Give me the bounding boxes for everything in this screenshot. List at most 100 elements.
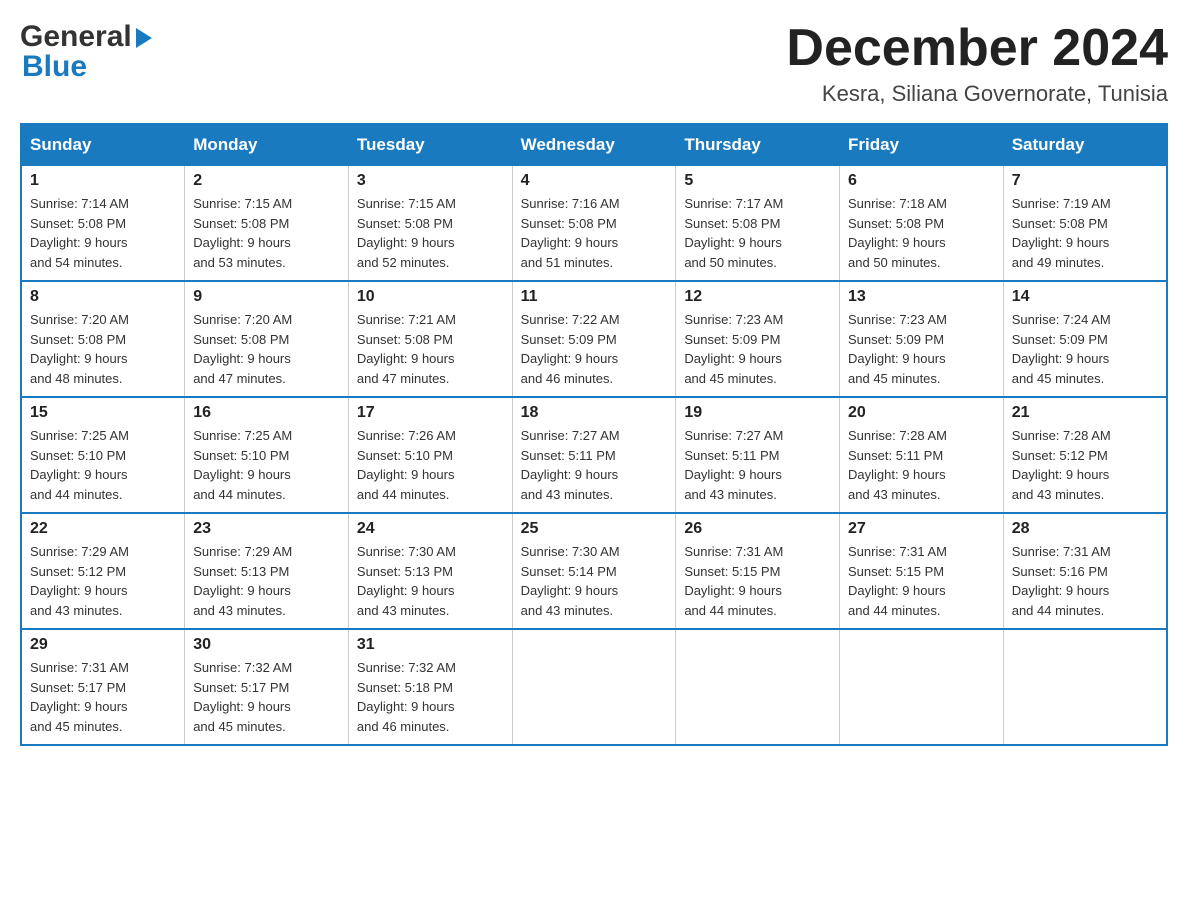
calendar-week-row: 8 Sunrise: 7:20 AM Sunset: 5:08 PM Dayli…	[21, 281, 1167, 397]
table-row: 4 Sunrise: 7:16 AM Sunset: 5:08 PM Dayli…	[512, 166, 676, 282]
table-row: 26 Sunrise: 7:31 AM Sunset: 5:15 PM Dayl…	[676, 513, 840, 629]
table-row: 28 Sunrise: 7:31 AM Sunset: 5:16 PM Dayl…	[1003, 513, 1167, 629]
day-number: 30	[193, 636, 340, 654]
day-info: Sunrise: 7:21 AM Sunset: 5:08 PM Dayligh…	[357, 310, 504, 388]
day-info: Sunrise: 7:16 AM Sunset: 5:08 PM Dayligh…	[521, 194, 668, 272]
day-info: Sunrise: 7:17 AM Sunset: 5:08 PM Dayligh…	[684, 194, 831, 272]
day-number: 7	[1012, 172, 1158, 190]
day-info: Sunrise: 7:31 AM Sunset: 5:16 PM Dayligh…	[1012, 542, 1158, 620]
day-number: 20	[848, 404, 995, 422]
day-info: Sunrise: 7:24 AM Sunset: 5:09 PM Dayligh…	[1012, 310, 1158, 388]
day-number: 1	[30, 172, 176, 190]
table-row: 2 Sunrise: 7:15 AM Sunset: 5:08 PM Dayli…	[185, 166, 349, 282]
day-info: Sunrise: 7:25 AM Sunset: 5:10 PM Dayligh…	[30, 426, 176, 504]
title-block: December 2024 Kesra, Siliana Governorate…	[786, 20, 1168, 107]
table-row: 13 Sunrise: 7:23 AM Sunset: 5:09 PM Dayl…	[840, 281, 1004, 397]
day-info: Sunrise: 7:31 AM Sunset: 5:15 PM Dayligh…	[684, 542, 831, 620]
day-info: Sunrise: 7:30 AM Sunset: 5:14 PM Dayligh…	[521, 542, 668, 620]
day-number: 26	[684, 520, 831, 538]
table-row: 29 Sunrise: 7:31 AM Sunset: 5:17 PM Dayl…	[21, 629, 185, 745]
day-info: Sunrise: 7:23 AM Sunset: 5:09 PM Dayligh…	[684, 310, 831, 388]
day-number: 28	[1012, 520, 1158, 538]
logo-triangle-icon	[136, 28, 152, 48]
day-number: 13	[848, 288, 995, 306]
page-header: General Blue December 2024 Kesra, Silian…	[20, 20, 1168, 107]
table-row: 31 Sunrise: 7:32 AM Sunset: 5:18 PM Dayl…	[348, 629, 512, 745]
day-info: Sunrise: 7:28 AM Sunset: 5:11 PM Dayligh…	[848, 426, 995, 504]
day-number: 18	[521, 404, 668, 422]
table-row: 7 Sunrise: 7:19 AM Sunset: 5:08 PM Dayli…	[1003, 166, 1167, 282]
day-number: 4	[521, 172, 668, 190]
table-row: 21 Sunrise: 7:28 AM Sunset: 5:12 PM Dayl…	[1003, 397, 1167, 513]
col-tuesday: Tuesday	[348, 124, 512, 166]
day-number: 24	[357, 520, 504, 538]
day-number: 9	[193, 288, 340, 306]
table-row: 3 Sunrise: 7:15 AM Sunset: 5:08 PM Dayli…	[348, 166, 512, 282]
day-info: Sunrise: 7:19 AM Sunset: 5:08 PM Dayligh…	[1012, 194, 1158, 272]
day-number: 16	[193, 404, 340, 422]
day-number: 17	[357, 404, 504, 422]
calendar-week-row: 15 Sunrise: 7:25 AM Sunset: 5:10 PM Dayl…	[21, 397, 1167, 513]
table-row: 23 Sunrise: 7:29 AM Sunset: 5:13 PM Dayl…	[185, 513, 349, 629]
table-row: 5 Sunrise: 7:17 AM Sunset: 5:08 PM Dayli…	[676, 166, 840, 282]
day-number: 15	[30, 404, 176, 422]
day-number: 31	[357, 636, 504, 654]
col-saturday: Saturday	[1003, 124, 1167, 166]
table-row: 12 Sunrise: 7:23 AM Sunset: 5:09 PM Dayl…	[676, 281, 840, 397]
table-row: 19 Sunrise: 7:27 AM Sunset: 5:11 PM Dayl…	[676, 397, 840, 513]
table-row: 14 Sunrise: 7:24 AM Sunset: 5:09 PM Dayl…	[1003, 281, 1167, 397]
col-monday: Monday	[185, 124, 349, 166]
day-number: 29	[30, 636, 176, 654]
table-row	[840, 629, 1004, 745]
day-info: Sunrise: 7:32 AM Sunset: 5:18 PM Dayligh…	[357, 658, 504, 736]
col-sunday: Sunday	[21, 124, 185, 166]
table-row: 22 Sunrise: 7:29 AM Sunset: 5:12 PM Dayl…	[21, 513, 185, 629]
calendar-table: Sunday Monday Tuesday Wednesday Thursday…	[20, 123, 1168, 746]
table-row	[512, 629, 676, 745]
day-info: Sunrise: 7:15 AM Sunset: 5:08 PM Dayligh…	[357, 194, 504, 272]
day-number: 8	[30, 288, 176, 306]
table-row: 27 Sunrise: 7:31 AM Sunset: 5:15 PM Dayl…	[840, 513, 1004, 629]
day-number: 23	[193, 520, 340, 538]
day-info: Sunrise: 7:27 AM Sunset: 5:11 PM Dayligh…	[521, 426, 668, 504]
col-thursday: Thursday	[676, 124, 840, 166]
month-title: December 2024	[786, 20, 1168, 77]
table-row: 30 Sunrise: 7:32 AM Sunset: 5:17 PM Dayl…	[185, 629, 349, 745]
table-row: 10 Sunrise: 7:21 AM Sunset: 5:08 PM Dayl…	[348, 281, 512, 397]
day-number: 22	[30, 520, 176, 538]
table-row: 20 Sunrise: 7:28 AM Sunset: 5:11 PM Dayl…	[840, 397, 1004, 513]
day-number: 2	[193, 172, 340, 190]
day-info: Sunrise: 7:30 AM Sunset: 5:13 PM Dayligh…	[357, 542, 504, 620]
day-info: Sunrise: 7:29 AM Sunset: 5:12 PM Dayligh…	[30, 542, 176, 620]
table-row: 17 Sunrise: 7:26 AM Sunset: 5:10 PM Dayl…	[348, 397, 512, 513]
day-info: Sunrise: 7:31 AM Sunset: 5:17 PM Dayligh…	[30, 658, 176, 736]
day-number: 27	[848, 520, 995, 538]
day-info: Sunrise: 7:25 AM Sunset: 5:10 PM Dayligh…	[193, 426, 340, 504]
day-info: Sunrise: 7:22 AM Sunset: 5:09 PM Dayligh…	[521, 310, 668, 388]
table-row	[1003, 629, 1167, 745]
day-info: Sunrise: 7:28 AM Sunset: 5:12 PM Dayligh…	[1012, 426, 1158, 504]
day-number: 25	[521, 520, 668, 538]
day-info: Sunrise: 7:26 AM Sunset: 5:10 PM Dayligh…	[357, 426, 504, 504]
day-number: 19	[684, 404, 831, 422]
table-row	[676, 629, 840, 745]
day-info: Sunrise: 7:32 AM Sunset: 5:17 PM Dayligh…	[193, 658, 340, 736]
table-row: 9 Sunrise: 7:20 AM Sunset: 5:08 PM Dayli…	[185, 281, 349, 397]
table-row: 25 Sunrise: 7:30 AM Sunset: 5:14 PM Dayl…	[512, 513, 676, 629]
day-info: Sunrise: 7:15 AM Sunset: 5:08 PM Dayligh…	[193, 194, 340, 272]
day-info: Sunrise: 7:18 AM Sunset: 5:08 PM Dayligh…	[848, 194, 995, 272]
table-row: 24 Sunrise: 7:30 AM Sunset: 5:13 PM Dayl…	[348, 513, 512, 629]
day-number: 14	[1012, 288, 1158, 306]
logo: General Blue	[20, 20, 152, 84]
day-info: Sunrise: 7:20 AM Sunset: 5:08 PM Dayligh…	[193, 310, 340, 388]
logo-blue: Blue	[20, 50, 152, 84]
day-info: Sunrise: 7:27 AM Sunset: 5:11 PM Dayligh…	[684, 426, 831, 504]
day-info: Sunrise: 7:29 AM Sunset: 5:13 PM Dayligh…	[193, 542, 340, 620]
day-info: Sunrise: 7:20 AM Sunset: 5:08 PM Dayligh…	[30, 310, 176, 388]
day-number: 3	[357, 172, 504, 190]
table-row: 11 Sunrise: 7:22 AM Sunset: 5:09 PM Dayl…	[512, 281, 676, 397]
calendar-week-row: 1 Sunrise: 7:14 AM Sunset: 5:08 PM Dayli…	[21, 166, 1167, 282]
day-info: Sunrise: 7:23 AM Sunset: 5:09 PM Dayligh…	[848, 310, 995, 388]
calendar-week-row: 22 Sunrise: 7:29 AM Sunset: 5:12 PM Dayl…	[21, 513, 1167, 629]
col-friday: Friday	[840, 124, 1004, 166]
